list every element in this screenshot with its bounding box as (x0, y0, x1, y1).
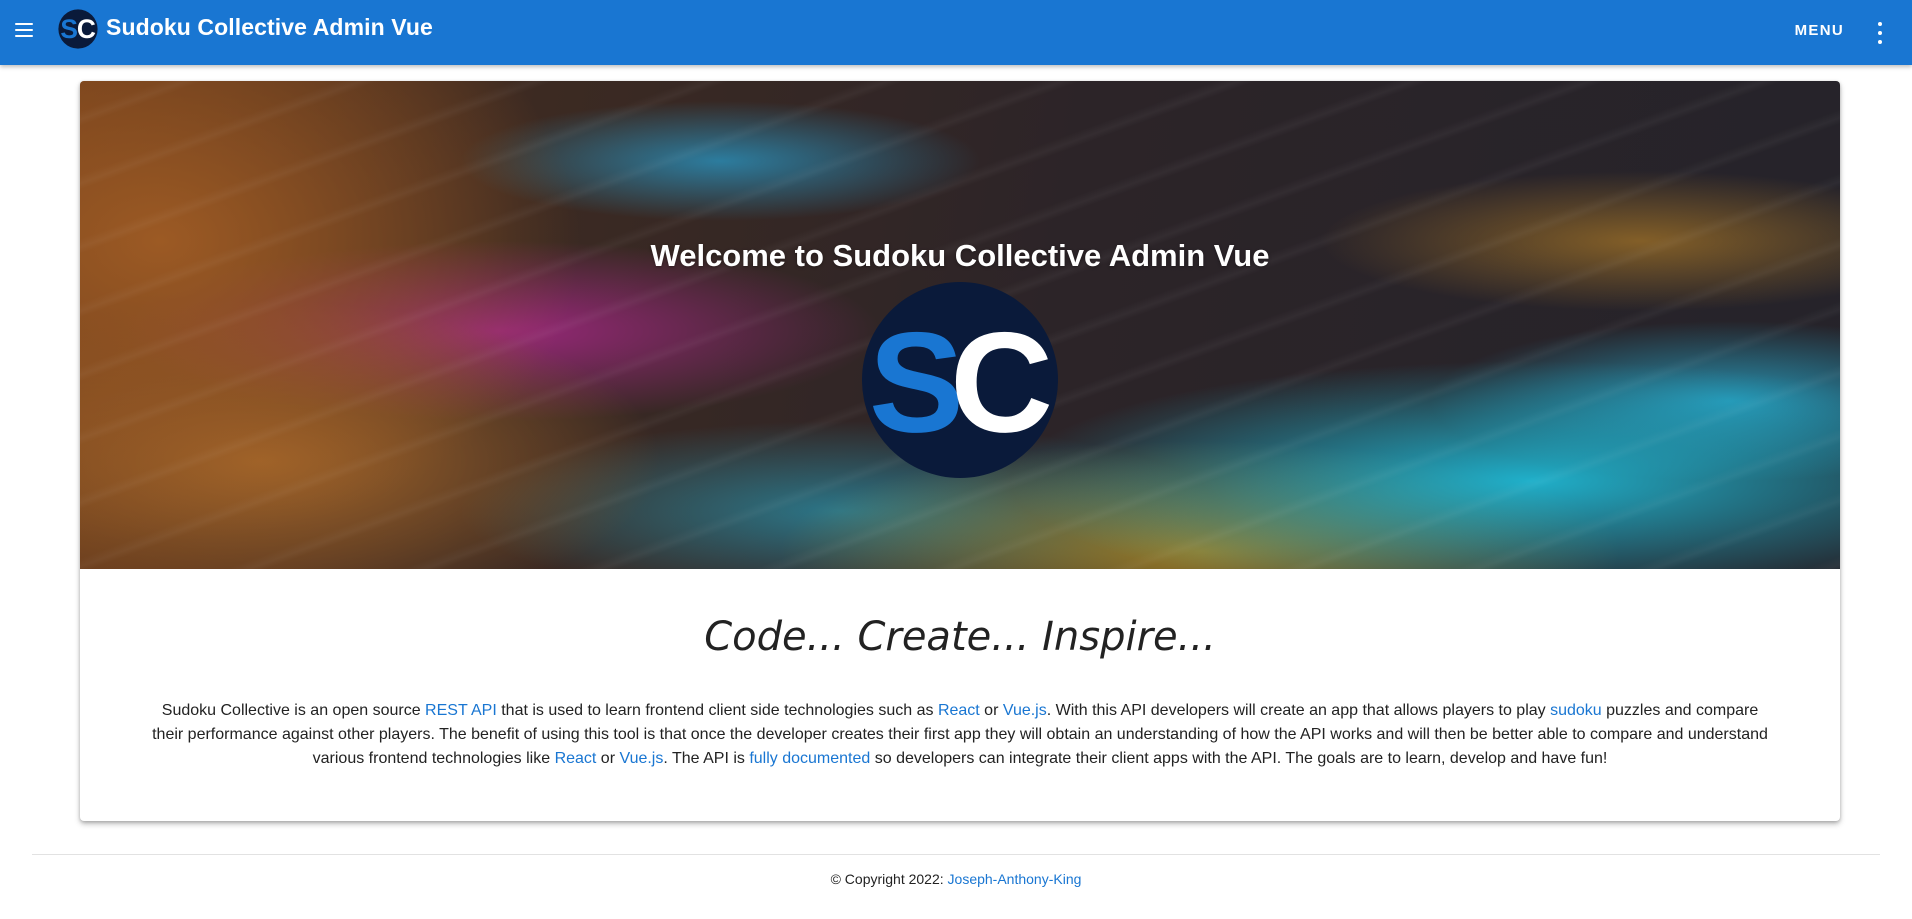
description-text: or (596, 750, 620, 767)
description-text: that is used to learn frontend client si… (496, 702, 938, 719)
sudoku-link[interactable]: sudoku (1550, 702, 1602, 719)
logo-letter-s: S (60, 14, 78, 44)
hero-banner: Welcome to Sudoku Collective Admin Vue S… (80, 81, 1840, 569)
logo-letter-c: C (77, 14, 96, 44)
app-title[interactable]: Sudoku Collective Admin Vue (106, 14, 433, 41)
rest-api-link[interactable]: REST API (425, 702, 497, 719)
vuejs-link-2[interactable]: Vue.js (619, 750, 663, 767)
description-text: Sudoku Collective is an open source (161, 702, 426, 719)
hero-logo-letter-c: C (950, 303, 1053, 462)
welcome-card: Welcome to Sudoku Collective Admin Vue S… (80, 81, 1840, 821)
description-text: . With this API developers will create a… (1046, 702, 1551, 719)
vuejs-link[interactable]: Vue.js (1003, 702, 1047, 719)
menu-button[interactable]: MENU (1795, 22, 1844, 39)
api-docs-link[interactable]: fully documented (749, 750, 870, 767)
tagline: Code... Create... Inspire... (704, 614, 1216, 660)
description-text: or (979, 702, 1003, 719)
description-text: so developers can integrate their client… (870, 750, 1608, 767)
sc-logo-icon[interactable]: S C (58, 9, 98, 49)
footer-divider (32, 854, 1880, 855)
react-link-2[interactable]: React (555, 750, 597, 767)
author-link[interactable]: Joseph-Anthony-King (948, 871, 1082, 887)
footer: © Copyright 2022: Joseph-Anthony-King (0, 871, 1912, 887)
description-text: . The API is (663, 750, 750, 767)
description-paragraph: Sudoku Collective is an open source REST… (150, 699, 1770, 771)
more-vert-icon[interactable] (1870, 22, 1890, 44)
app-bar: S C Sudoku Collective Admin Vue MENU (0, 0, 1912, 65)
hero-title: Welcome to Sudoku Collective Admin Vue (650, 238, 1270, 273)
copyright-text: © Copyright 2022: (830, 871, 948, 887)
react-link[interactable]: React (938, 702, 980, 719)
hamburger-menu-icon[interactable] (12, 18, 36, 42)
sc-hero-logo-icon: S C (861, 281, 1059, 479)
